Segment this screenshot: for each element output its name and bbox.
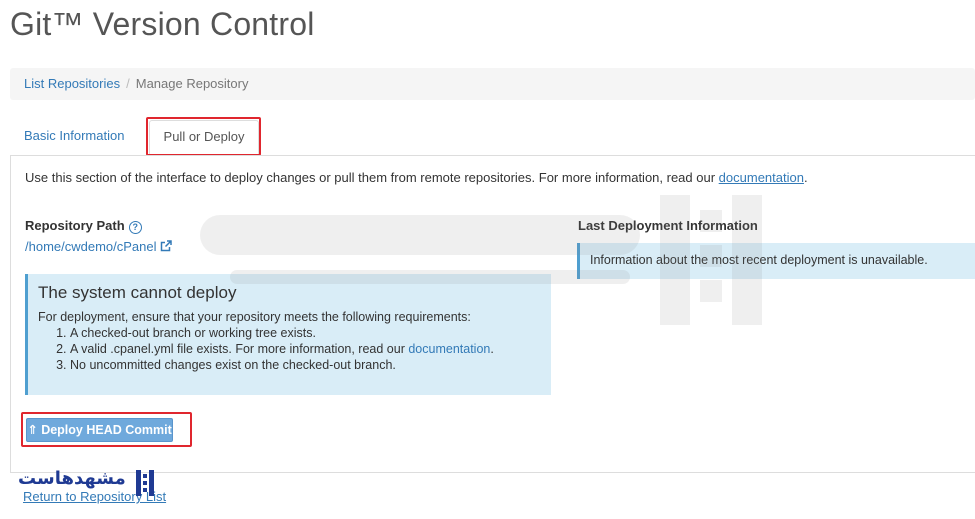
breadcrumb: List Repositories / Manage Repository [10, 68, 975, 100]
tab-basic-information[interactable]: Basic Information [24, 120, 124, 156]
cannot-deploy-alert: The system cannot deploy For deployment,… [25, 274, 551, 395]
page-title: Git™ Version Control [10, 6, 315, 42]
repository-path-link[interactable]: /home/cwdemo/cPanel [25, 239, 172, 254]
requirement-item: A valid .cpanel.yml file exists. For mor… [70, 341, 541, 357]
alert-lead: For deployment, ensure that your reposit… [38, 310, 471, 324]
logo-text: مشهدهاست [18, 468, 127, 489]
repository-path-label: Repository Path? [25, 218, 142, 234]
tab-highlight-box [146, 117, 261, 156]
repository-path-label-text: Repository Path [25, 218, 125, 233]
intro-text: Use this section of the interface to dep… [25, 170, 808, 185]
repository-path-value[interactable]: /home/cwdemo/cPanel [25, 239, 157, 254]
help-icon[interactable]: ? [128, 221, 142, 234]
requirement-text: A valid .cpanel.yml file exists. For mor… [70, 342, 409, 356]
requirement-suffix: . [490, 342, 494, 356]
breadcrumb-separator: / [126, 76, 130, 91]
requirement-item: A checked-out branch or working tree exi… [70, 325, 541, 341]
logo-mark-icon [136, 470, 154, 496]
last-deployment-info: Information about the most recent deploy… [577, 243, 975, 279]
intro-text-suffix: . [803, 170, 808, 185]
brand-logo: مشهدهاست [18, 468, 156, 500]
alert-body: For deployment, ensure that your reposit… [38, 309, 541, 373]
breadcrumb-current: Manage Repository [135, 76, 249, 91]
intro-text-body: Use this section of the interface to dep… [25, 170, 719, 185]
requirement-item: No uncommitted changes exist on the chec… [70, 357, 541, 373]
requirements-documentation-link[interactable]: documentation [408, 342, 490, 356]
breadcrumb-list-repositories[interactable]: List Repositories [24, 76, 120, 91]
last-deployment-label: Last Deployment Information [578, 218, 758, 233]
intro-documentation-link[interactable]: documentation [719, 170, 804, 185]
external-link-icon[interactable] [160, 240, 172, 252]
deploy-highlight-box [21, 412, 192, 447]
requirements-list: A checked-out branch or working tree exi… [70, 325, 541, 373]
alert-title: The system cannot deploy [38, 283, 237, 302]
